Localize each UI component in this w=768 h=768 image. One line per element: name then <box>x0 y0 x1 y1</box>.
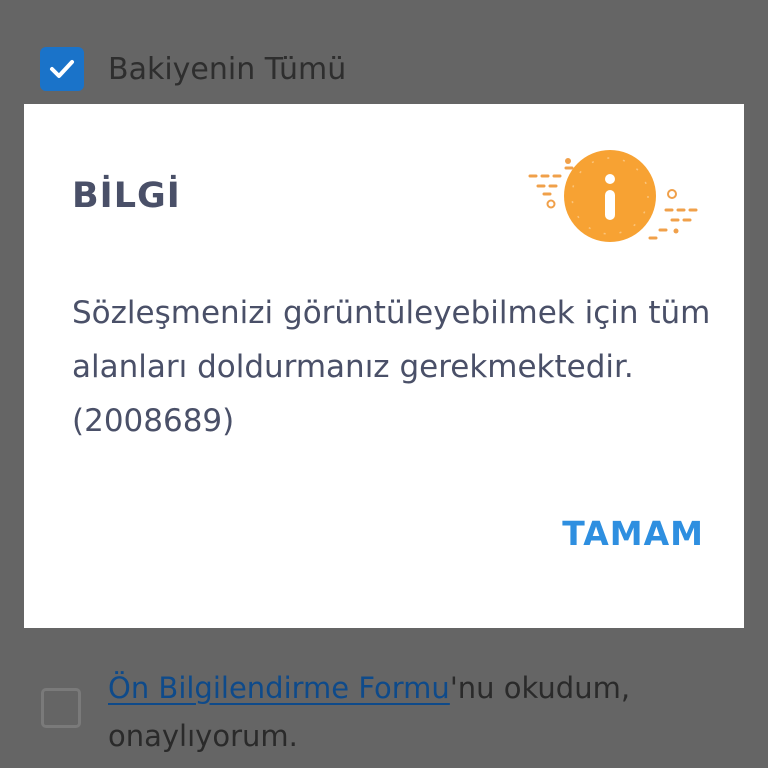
balance-all-checkbox[interactable] <box>40 47 84 91</box>
consent-checkbox[interactable] <box>41 688 81 728</box>
dialog-title: BİLGİ <box>72 176 181 216</box>
ok-button[interactable]: TAMAM <box>562 512 704 556</box>
balance-all-label: Bakiyenin Tümü <box>108 52 347 87</box>
info-dialog: BİLGİ Sözleşmenizi görüntüleyebilmek içi… <box>24 104 744 628</box>
consent-text: Ön Bilgilendirme Formu'nu okudum, onaylı… <box>108 664 728 760</box>
pre-information-form-link[interactable]: Ön Bilgilendirme Formu <box>108 671 450 705</box>
dialog-message: Sözleşmenizi görüntüleyebilmek için tüm … <box>72 295 711 439</box>
checkmark-icon <box>50 60 74 78</box>
info-icon <box>528 150 698 242</box>
